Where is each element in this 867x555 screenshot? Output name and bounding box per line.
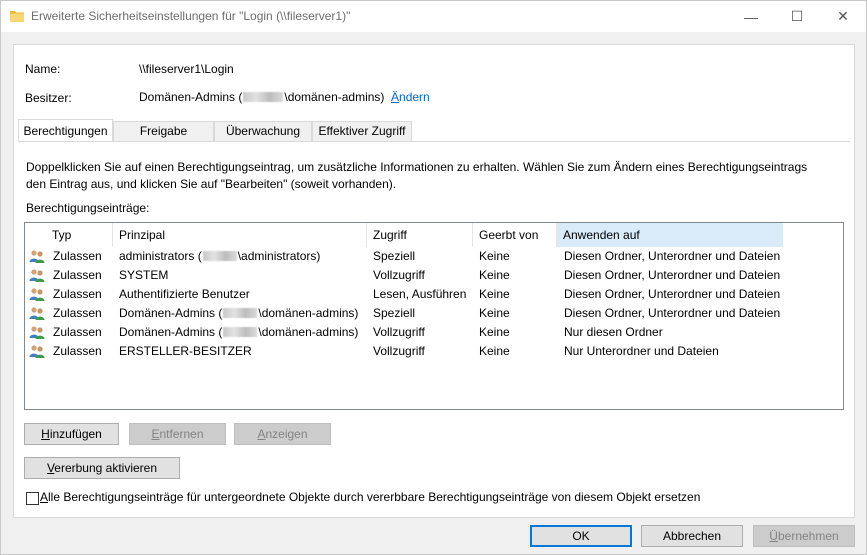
cell-zugriff: Vollzugriff <box>373 268 425 282</box>
add-button[interactable]: Hinzufügen <box>24 423 119 445</box>
header-prinzipal[interactable]: Prinzipal <box>113 223 367 247</box>
cell-anwenden-auf: Nur Unterordner und Dateien <box>564 344 719 358</box>
change-owner-link[interactable]: Ändern <box>391 90 430 104</box>
maximize-button[interactable]: ☐ <box>774 1 820 32</box>
cell-prinzipal: Authentifizierte Benutzer <box>119 287 250 301</box>
owner-value: Domänen-Admins (\domänen-admins) <box>139 90 385 104</box>
cell-anwenden-auf: Diesen Ordner, Unterordner und Dateien <box>564 287 781 301</box>
header-anwenden-auf[interactable]: Anwenden auf <box>557 223 783 247</box>
name-label: Name: <box>25 62 61 76</box>
entries-label: Berechtigungseinträge: <box>26 201 150 215</box>
redacted-domain <box>223 327 258 337</box>
name-value: \\fileserver1\Login <box>139 62 234 76</box>
cell-prinzipal: SYSTEM <box>119 268 169 282</box>
tab-effektiver-zugriff[interactable]: Effektiver Zugriff <box>312 121 412 141</box>
redacted-domain <box>223 308 258 318</box>
cell-anwenden-auf: Diesen Ordner, Unterordner und Dateien <box>564 268 781 282</box>
replace-entries-label[interactable]: Alle Berechtigungseinträge für untergeor… <box>40 490 700 504</box>
remove-button[interactable]: Entfernen <box>129 423 226 445</box>
cell-geerbt-von: Keine <box>479 325 510 339</box>
window-title: Erweiterte Sicherheitseinstellungen für … <box>31 9 351 23</box>
cell-zugriff: Vollzugriff <box>373 344 425 358</box>
user-group-icon <box>29 250 45 263</box>
cell-geerbt-von: Keine <box>479 287 510 301</box>
close-button[interactable]: ✕ <box>820 1 866 32</box>
cell-zugriff: Lesen, Ausführen <box>373 287 467 301</box>
permission-list[interactable]: Typ Prinzipal Zugriff Geerbt von Anwende… <box>24 222 844 410</box>
cell-anwenden-auf: Nur diesen Ordner <box>564 325 663 339</box>
cell-anwenden-auf: Diesen Ordner, Unterordner und Dateien <box>564 306 781 320</box>
cell-typ: Zulassen <box>53 287 102 301</box>
cell-prinzipal: Domänen-Admins (\domänen-admins) <box>119 325 359 339</box>
user-group-icon <box>29 269 45 282</box>
minimize-icon: — <box>744 8 758 25</box>
tab-divider <box>18 141 850 142</box>
cell-geerbt-von: Keine <box>479 306 510 320</box>
cell-typ: Zulassen <box>53 306 102 320</box>
ok-button[interactable]: OK <box>530 525 632 547</box>
tab-freigabe[interactable]: Freigabe <box>113 121 214 141</box>
table-row[interactable]: Zulassen Domänen-Admins (\domänen-admins… <box>25 323 843 342</box>
owner-label: Besitzer: <box>25 91 72 105</box>
cell-prinzipal: ERSTELLER-BESITZER <box>119 344 252 358</box>
table-row[interactable]: Zulassen ERSTELLER-BESITZER Vollzugriff … <box>25 342 843 361</box>
title-bar[interactable]: Erweiterte Sicherheitseinstellungen für … <box>1 1 866 32</box>
close-icon: ✕ <box>837 8 849 24</box>
redacted-domain <box>243 92 284 102</box>
view-button[interactable]: Anzeigen <box>234 423 331 445</box>
cell-typ: Zulassen <box>53 249 102 263</box>
header-geerbt-von[interactable]: Geerbt von <box>473 223 557 247</box>
replace-entries-checkbox[interactable] <box>26 492 39 505</box>
cell-geerbt-von: Keine <box>479 268 510 282</box>
security-dialog: Erweiterte Sicherheitseinstellungen für … <box>0 0 867 555</box>
cell-anwenden-auf: Diesen Ordner, Unterordner und Dateien <box>564 249 781 263</box>
apply-button[interactable]: Übernehmen <box>753 525 855 547</box>
cell-prinzipal: Domänen-Admins (\domänen-admins) <box>119 306 359 320</box>
enable-inheritance-button[interactable]: Vererbung aktivieren <box>24 457 180 479</box>
table-row[interactable]: Zulassen SYSTEM Vollzugriff Keine Diesen… <box>25 266 843 285</box>
redacted-domain <box>202 251 237 261</box>
tab-ueberwachung[interactable]: Überwachung <box>214 121 312 141</box>
header-typ[interactable]: Typ <box>46 223 113 247</box>
user-group-icon <box>29 307 45 320</box>
tab-berechtigungen[interactable]: Berechtigungen <box>18 119 113 141</box>
user-group-icon <box>29 326 45 339</box>
cell-zugriff: Speziell <box>373 306 416 320</box>
cell-prinzipal: administrators (\administrators) <box>119 249 321 263</box>
maximize-icon: ☐ <box>790 8 804 24</box>
cell-typ: Zulassen <box>53 344 102 358</box>
table-row[interactable]: Zulassen administrators (\administrators… <box>25 247 843 266</box>
cell-geerbt-von: Keine <box>479 344 510 358</box>
content-panel: Name: \\fileserver1\Login Besitzer: Domä… <box>13 44 855 518</box>
cell-typ: Zulassen <box>53 268 102 282</box>
description-text: Doppelklicken Sie auf einen Berechtigung… <box>26 160 808 191</box>
user-group-icon <box>29 345 45 358</box>
header-zugriff[interactable]: Zugriff <box>367 223 473 247</box>
cell-zugriff: Vollzugriff <box>373 325 425 339</box>
cancel-button[interactable]: Abbrechen <box>641 525 743 547</box>
minimize-button[interactable]: — <box>728 1 774 32</box>
folder-icon <box>10 11 24 22</box>
cell-zugriff: Speziell <box>373 249 416 263</box>
cell-geerbt-von: Keine <box>479 249 510 263</box>
user-group-icon <box>29 288 45 301</box>
table-row[interactable]: Zulassen Authentifizierte Benutzer Lesen… <box>25 285 843 304</box>
table-row[interactable]: Zulassen Domänen-Admins (\domänen-admins… <box>25 304 843 323</box>
cell-typ: Zulassen <box>53 325 102 339</box>
